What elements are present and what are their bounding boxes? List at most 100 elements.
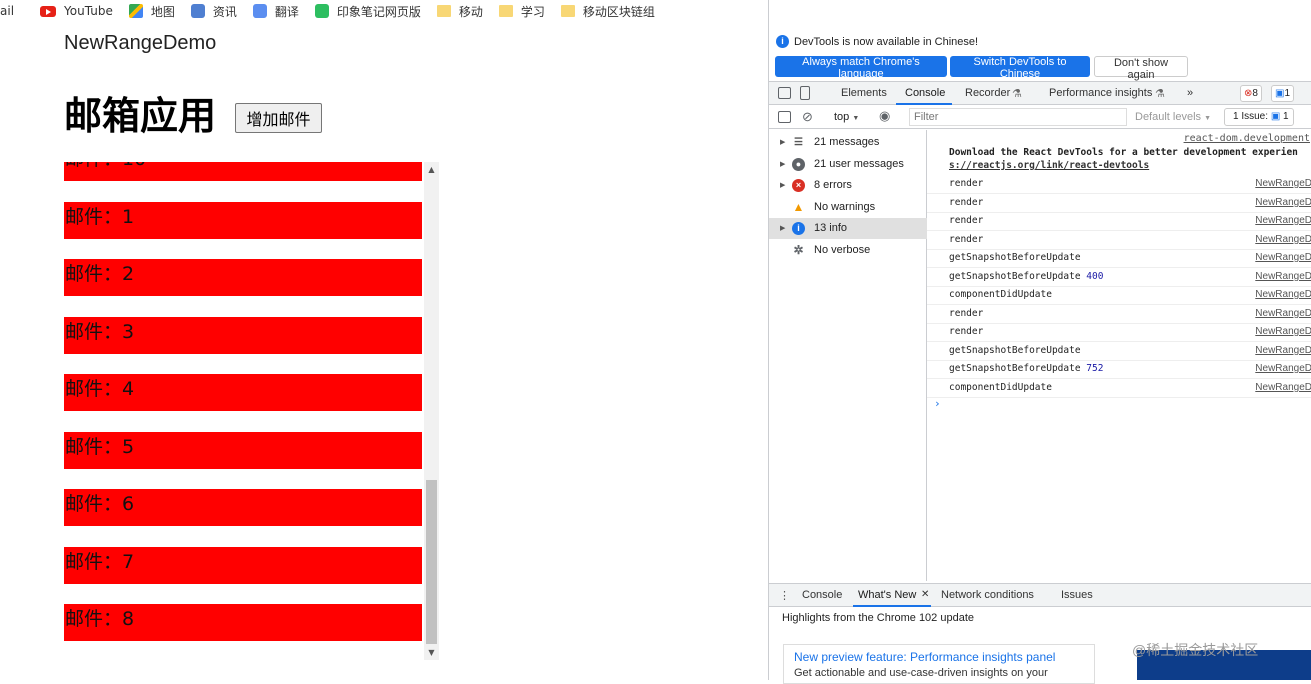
mail-item: 邮件：8 [64, 604, 422, 641]
drawer-menu-icon[interactable]: ⋮ [779, 589, 790, 602]
mail-item: 邮件：10 [64, 162, 422, 181]
sidebar-item-info[interactable]: ▶ i 13 info [769, 218, 927, 239]
bookmark-label: YouTube [64, 4, 113, 18]
bookmark-news[interactable]: 资讯 [190, 3, 237, 20]
log-source-link[interactable]: NewRangeD [1255, 215, 1311, 226]
dont-show-again-button[interactable]: Don't show again [1094, 56, 1188, 81]
message-link[interactable]: s://reactjs.org/link/react-devtools [949, 159, 1311, 172]
switch-to-chinese-button[interactable]: Switch DevTools to Chinese [950, 56, 1090, 80]
tab-elements[interactable]: Elements [841, 87, 887, 99]
eye-icon[interactable]: ◉ [879, 108, 890, 124]
log-source-link[interactable]: NewRangeD [1255, 197, 1311, 208]
message-count-badge[interactable]: ▣1 [1271, 85, 1295, 102]
mail-list[interactable]: 邮件：10 邮件：1 邮件：2 邮件：3 邮件：4 邮件：5 邮件：6 邮件：7… [64, 162, 439, 660]
log-row: render NewRangeD [927, 194, 1311, 213]
message-text: Download the React DevTools for a better… [949, 147, 1298, 158]
mail-item: 邮件：7 [64, 547, 422, 584]
whats-new-card[interactable]: New preview feature: Performance insight… [783, 644, 1095, 684]
context-selector[interactable]: top ▼ [834, 111, 859, 123]
clear-console-icon[interactable]: ⊘ [802, 109, 813, 125]
drawer-tab-console[interactable]: Console [802, 589, 842, 601]
drawer-tab-whats-new[interactable]: What's New [858, 589, 916, 601]
log-source-link[interactable]: NewRangeD [1255, 234, 1311, 245]
drawer-tab-issues[interactable]: Issues [1061, 589, 1093, 601]
devtools-panel: i DevTools is now available in Chinese! … [768, 0, 1311, 684]
drawer-tab-network-conditions[interactable]: Network conditions [941, 589, 1034, 601]
log-row: getSnapshotBeforeUpdate NewRangeD [927, 249, 1311, 268]
console-output[interactable]: react-dom.development Download the React… [927, 130, 1311, 581]
log-row: render NewRangeD [927, 305, 1311, 324]
sidebar-item-errors[interactable]: ▶ × 8 errors [769, 175, 927, 196]
add-mail-button[interactable]: 增加邮件 [235, 103, 322, 133]
chevron-down-icon: ▼ [1204, 115, 1212, 122]
log-text: render [949, 215, 984, 226]
bookmark-folder-study[interactable]: 学习 [498, 3, 545, 20]
mail-item: 邮件：2 [64, 259, 422, 296]
bookmark-mail[interactable]: ail [0, 4, 14, 18]
issues-button[interactable]: 1 Issue: ▣ 1 [1224, 108, 1294, 126]
log-source-link[interactable]: NewRangeD [1255, 289, 1311, 300]
device-toolbar-icon[interactable] [800, 86, 810, 100]
filter-input[interactable]: Filter [909, 108, 1127, 126]
tab-recorder[interactable]: Recorder [965, 87, 1010, 99]
log-source-link[interactable]: NewRangeD [1255, 178, 1311, 189]
sidebar-item-verbose[interactable]: ✲ No verbose [769, 240, 927, 261]
log-text: render [949, 178, 984, 189]
react-devtools-message: Download the React DevTools for a better… [949, 146, 1311, 172]
bookmark-folder-mobile[interactable]: 移动 [436, 3, 483, 20]
log-text: render [949, 308, 984, 319]
log-text: getSnapshotBeforeUpdate [949, 363, 1081, 374]
mail-item: 邮件：1 [64, 202, 422, 239]
log-source-link[interactable]: NewRangeD [1255, 308, 1311, 319]
log-source-link[interactable]: NewRangeD [1255, 271, 1311, 282]
tab-performance-insights[interactable]: Performance insights [1049, 87, 1152, 99]
card-title[interactable]: New preview feature: Performance insight… [794, 650, 1084, 664]
close-icon[interactable]: ✕ [921, 589, 929, 600]
verbose-icon: ✲ [793, 243, 804, 257]
bookmark-youtube[interactable]: YouTube [40, 4, 113, 18]
bookmark-label: 印象笔记网页版 [336, 4, 421, 19]
bookmark-folder-blockchain[interactable]: 移动区块链组 [560, 3, 655, 20]
log-value: 400 [1086, 271, 1104, 282]
scroll-down-arrow-icon[interactable]: ▼ [424, 645, 439, 660]
bookmark-label: 翻译 [274, 4, 299, 19]
sidebar-item-user-messages[interactable]: ▶ ● 21 user messages [769, 154, 927, 175]
more-tabs-icon[interactable]: » [1187, 87, 1193, 99]
sidebar-item-warnings[interactable]: ▲ No warnings [769, 197, 927, 218]
sidebar-item-label: No verbose [814, 244, 871, 256]
issues-label: 1 Issue: [1233, 111, 1269, 122]
page-heading: 邮箱应用 [64, 94, 217, 138]
sidebar-toggle-icon[interactable] [778, 111, 791, 123]
log-text: render [949, 197, 984, 208]
error-count: 8 [1252, 88, 1258, 99]
log-levels-dropdown[interactable]: Default levels ▼ [1135, 111, 1211, 123]
log-source-link[interactable]: NewRangeD [1255, 345, 1311, 356]
log-source-link[interactable]: NewRangeD [1255, 326, 1311, 337]
error-count-badge[interactable]: ⊗8 [1240, 85, 1262, 102]
mail-list-scrollbar[interactable]: ▲ ▼ [424, 162, 439, 660]
log-row: render NewRangeD [927, 175, 1311, 194]
sidebar-item-messages[interactable]: ▶ ☰ 21 messages [769, 132, 927, 153]
console-prompt-icon[interactable]: › [934, 397, 941, 410]
bookmark-map[interactable]: 地图 [128, 3, 175, 20]
log-row: getSnapshotBeforeUpdate 752 NewRangeD [927, 360, 1311, 379]
list-icon: ☰ [794, 137, 803, 148]
flask-icon: ⚗ [1155, 88, 1165, 100]
scroll-up-arrow-icon[interactable]: ▲ [424, 162, 439, 177]
mail-item: 邮件：5 [64, 432, 422, 469]
log-source-link[interactable]: NewRangeD [1255, 363, 1311, 374]
source-link[interactable]: react-dom.development [1184, 133, 1310, 144]
tab-console[interactable]: Console [905, 87, 945, 99]
app-title: NewRangeDemo [64, 32, 217, 54]
log-source-link[interactable]: NewRangeD [1255, 252, 1311, 263]
bookmark-translate[interactable]: 翻译 [252, 3, 299, 20]
bookmark-evernote[interactable]: 印象笔记网页版 [314, 3, 421, 20]
log-source-link[interactable]: NewRangeD [1255, 382, 1311, 393]
map-icon [128, 4, 143, 18]
news-icon [190, 4, 205, 18]
bookmark-label: 资讯 [212, 4, 237, 19]
always-match-language-button[interactable]: Always match Chrome's language [775, 56, 947, 80]
inspect-element-icon[interactable] [778, 87, 791, 99]
scrollbar-thumb[interactable] [426, 480, 437, 644]
watermark: @稀土掘金技术社区 [1132, 642, 1259, 658]
